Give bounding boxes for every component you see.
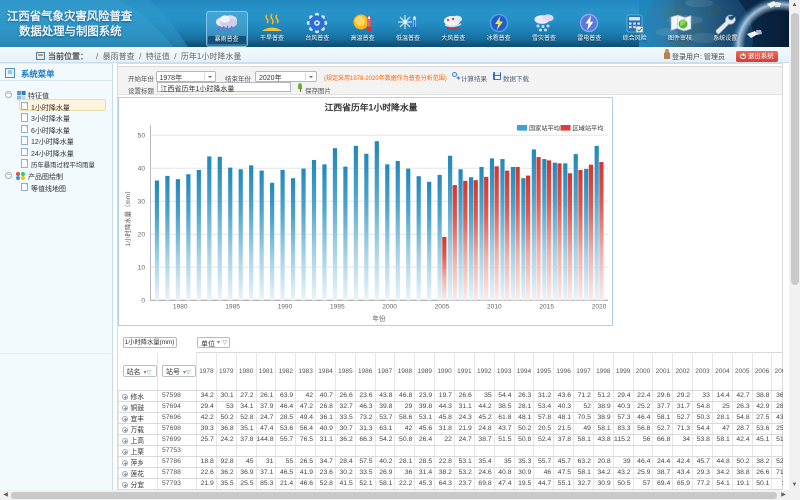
svg-text:10: 10 [138, 265, 146, 272]
svg-text:1990: 1990 [278, 303, 293, 310]
svg-text:2020: 2020 [592, 303, 607, 310]
svg-text:2005: 2005 [435, 303, 450, 310]
svg-text:1980: 1980 [173, 303, 188, 310]
svg-text:50: 50 [138, 133, 146, 140]
svg-text:国家站平均: 国家站平均 [529, 124, 560, 132]
svg-text:2010: 2010 [487, 303, 502, 310]
svg-text:20: 20 [138, 232, 146, 239]
svg-text:江西省历年1小时降水量: 江西省历年1小时降水量 [325, 102, 418, 113]
svg-text:1985: 1985 [225, 303, 240, 310]
svg-text:1995: 1995 [330, 303, 345, 310]
svg-text:2015: 2015 [539, 303, 554, 310]
svg-text:0: 0 [141, 298, 145, 305]
svg-text:1小时降水量（mm）: 1小时降水量（mm） [123, 188, 132, 247]
svg-text:40: 40 [138, 166, 146, 173]
svg-text:30: 30 [138, 199, 146, 206]
svg-text:区域站平均: 区域站平均 [573, 124, 604, 132]
svg-text:2000: 2000 [382, 303, 397, 310]
svg-text:年份: 年份 [372, 314, 386, 323]
